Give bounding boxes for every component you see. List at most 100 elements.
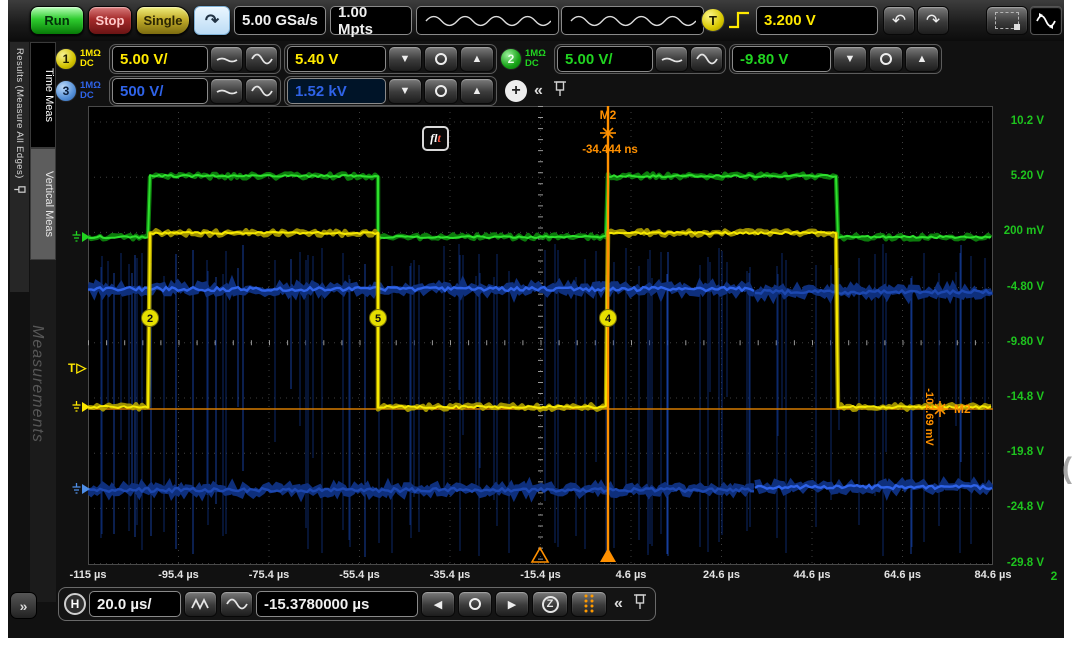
channel3-scale-coarse-button[interactable] bbox=[210, 78, 243, 104]
channel2-offset-down-button[interactable]: ▼ bbox=[833, 46, 867, 72]
trigger-slope-icon[interactable] bbox=[727, 8, 753, 37]
pin-icon[interactable] bbox=[630, 593, 650, 615]
channel3-scale-box[interactable]: 500 V/ bbox=[112, 78, 208, 104]
scope-traces: M2-34.444 ns-102.69 mVM2254 bbox=[88, 106, 993, 565]
channel3-offset-up-button[interactable]: ▲ bbox=[460, 78, 494, 104]
channel3-offset-down-button[interactable]: ▼ bbox=[388, 78, 422, 104]
zoom-mode-button[interactable]: Z bbox=[532, 591, 568, 617]
channel1-offset-zero-button[interactable] bbox=[424, 46, 458, 72]
shallow-sine-icon bbox=[215, 84, 239, 98]
search-events-button[interactable] bbox=[571, 591, 607, 617]
y-axis-label: 5.20 V bbox=[992, 170, 1044, 182]
channel3-offset-zero-button[interactable] bbox=[424, 78, 458, 104]
channel1-offset-down-button[interactable]: ▼ bbox=[388, 46, 422, 72]
coupling-label: DC bbox=[80, 59, 106, 69]
timebase-box[interactable]: 20.0 µs/ bbox=[89, 591, 181, 617]
channel1-scale-coarse-button[interactable] bbox=[210, 46, 243, 72]
waveform-preview-left[interactable] bbox=[416, 6, 559, 35]
timebase-zoom-in-button[interactable] bbox=[184, 591, 217, 617]
stop-button[interactable]: Stop bbox=[88, 6, 132, 35]
x-axis-label: -95.4 µs bbox=[147, 569, 211, 581]
sine-icon bbox=[250, 52, 274, 66]
channel1-button[interactable]: 1 bbox=[55, 48, 77, 70]
waveform-arrows-icon bbox=[1033, 10, 1059, 32]
flt-badge-text: t bbox=[438, 131, 441, 146]
undo-button[interactable]: ↶ bbox=[883, 6, 915, 35]
svg-text:5: 5 bbox=[375, 313, 381, 325]
y-axis-label: -4.80 V bbox=[992, 281, 1044, 293]
single-button[interactable]: Single bbox=[136, 6, 190, 35]
horizontal-menu-button[interactable]: H bbox=[64, 593, 86, 615]
run-button[interactable]: Run bbox=[30, 6, 84, 35]
channel1-coupling[interactable]: 1MΩ DC bbox=[80, 49, 106, 69]
results-strip[interactable]: Results (Measure All Edges) bbox=[10, 42, 29, 292]
channel1-ground-marker[interactable] bbox=[72, 401, 90, 412]
trigger-level-marker[interactable]: T▷ bbox=[68, 360, 86, 376]
channel2-scale-box[interactable]: 5.00 V/ bbox=[557, 46, 653, 72]
collapse-icon[interactable]: « bbox=[610, 595, 627, 613]
y-axis-label: 10.2 V bbox=[992, 115, 1044, 127]
channel3-ground-marker[interactable] bbox=[72, 483, 90, 494]
trigger-menu-button[interactable]: T bbox=[701, 8, 725, 32]
dashed-region-icon bbox=[995, 12, 1019, 29]
channel3-offset-box[interactable]: 1.52 kV bbox=[287, 78, 386, 104]
svg-text:-34.444 ns: -34.444 ns bbox=[582, 144, 638, 156]
svg-text:M2: M2 bbox=[600, 108, 617, 122]
redo-icon: ↷ bbox=[926, 11, 940, 31]
channel3-coupling[interactable]: 1MΩ DC bbox=[80, 81, 106, 101]
channel2-scale-group: 5.00 V/ bbox=[554, 44, 726, 74]
y-axis-label: -19.8 V bbox=[992, 446, 1044, 458]
trigger-t-label: T bbox=[68, 361, 75, 375]
delay-box[interactable]: -15.3780000 µs bbox=[256, 591, 418, 617]
zone-select-button[interactable] bbox=[986, 6, 1028, 35]
dotted-columns-icon bbox=[578, 592, 600, 616]
touch-gesture-button[interactable]: ↷ bbox=[194, 6, 230, 35]
channel2-offset-box[interactable]: -9.80 V bbox=[732, 46, 831, 72]
zoom-z-icon: Z bbox=[542, 596, 559, 613]
channel2-offset-up-button[interactable]: ▲ bbox=[905, 46, 939, 72]
add-channel-button[interactable]: + bbox=[505, 80, 527, 102]
channel1-scale-fine-button[interactable] bbox=[245, 46, 278, 72]
marker-arrow-icon bbox=[82, 232, 90, 242]
channel3-scale-fine-button[interactable] bbox=[245, 78, 278, 104]
timebase-zoom-out-button[interactable] bbox=[220, 591, 253, 617]
delay-zero-button[interactable] bbox=[458, 591, 492, 617]
undo-icon: ↶ bbox=[892, 11, 906, 31]
sine-preview-icon bbox=[569, 12, 696, 30]
waveform-preview-right[interactable] bbox=[561, 6, 704, 35]
ground-icon bbox=[72, 401, 81, 412]
side-panel-handle[interactable]: ( bbox=[1062, 452, 1072, 486]
memory-depth-box[interactable]: 1.00 Mpts bbox=[330, 6, 412, 35]
sine-icon bbox=[695, 52, 719, 66]
tab-vertical-meas[interactable]: Vertical Meas bbox=[30, 148, 56, 260]
x-axis-label: 4.6 µs bbox=[599, 569, 663, 581]
waveform-display-area[interactable]: M2-34.444 ns-102.69 mVM2254 flt bbox=[88, 106, 993, 565]
channel2-ground-marker[interactable] bbox=[72, 231, 90, 242]
pin-icon[interactable] bbox=[550, 80, 570, 102]
channel1-scale-box[interactable]: 5.00 V/ bbox=[112, 46, 208, 72]
up-arrow-icon: ▲ bbox=[472, 85, 483, 97]
autoscale-button[interactable] bbox=[1030, 6, 1062, 35]
x-axis-label: -75.4 µs bbox=[237, 569, 301, 581]
zero-circle-icon bbox=[435, 53, 447, 65]
zero-circle-icon bbox=[880, 53, 892, 65]
zero-circle-icon bbox=[435, 85, 447, 97]
y-axis-label: -29.8 V bbox=[992, 557, 1044, 569]
sample-rate-box[interactable]: 5.00 GSa/s bbox=[234, 6, 326, 35]
channel2-offset-zero-button[interactable] bbox=[869, 46, 903, 72]
expand-panel-button[interactable]: » bbox=[10, 592, 37, 619]
curved-arrow-icon: ↷ bbox=[205, 11, 219, 31]
delay-left-button[interactable]: ◀ bbox=[421, 591, 455, 617]
channel3-button[interactable]: 3 bbox=[55, 80, 77, 102]
channel1-offset-up-button[interactable]: ▲ bbox=[460, 46, 494, 72]
channel1-offset-box[interactable]: 5.40 V bbox=[287, 46, 386, 72]
channel2-scale-coarse-button[interactable] bbox=[655, 46, 688, 72]
trigger-level-box[interactable]: 3.200 V bbox=[756, 6, 878, 35]
channel2-coupling[interactable]: 1MΩ DC bbox=[525, 49, 551, 69]
tab-time-meas[interactable]: Time Meas bbox=[30, 42, 56, 148]
redo-button[interactable]: ↷ bbox=[917, 6, 949, 35]
channel2-scale-fine-button[interactable] bbox=[690, 46, 723, 72]
delay-right-button[interactable]: ▶ bbox=[495, 591, 529, 617]
collapse-icon[interactable]: « bbox=[530, 82, 547, 100]
channel2-button[interactable]: 2 bbox=[500, 48, 522, 70]
